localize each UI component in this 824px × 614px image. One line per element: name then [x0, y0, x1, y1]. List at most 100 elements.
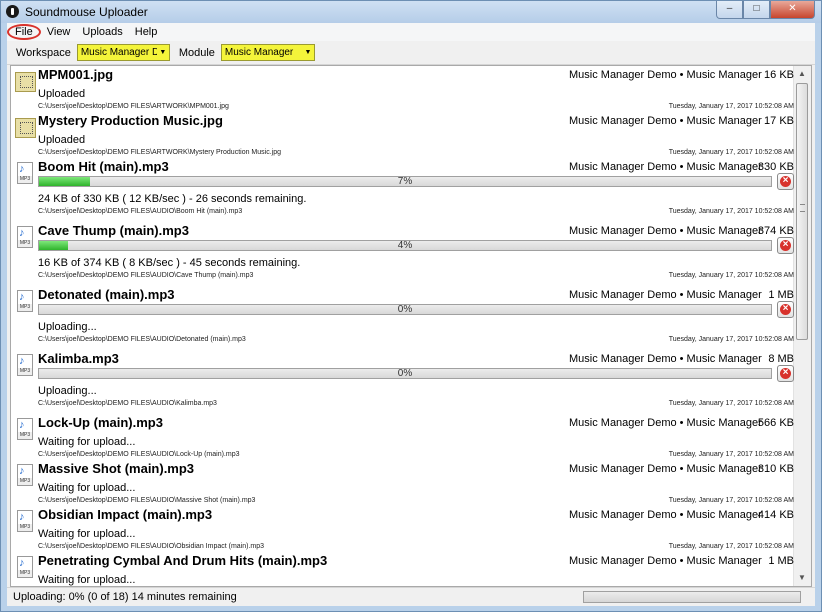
- maximize-button[interactable]: □: [743, 1, 770, 19]
- image-file-icon: [15, 118, 36, 138]
- file-name: Obsidian Impact (main).mp3: [38, 507, 213, 522]
- progress-percent: 0%: [397, 368, 413, 379]
- upload-status: Uploaded: [38, 88, 86, 100]
- workspace-module: Music Manager Demo • Music Manager: [569, 69, 762, 81]
- progress-percent: 7%: [397, 176, 413, 187]
- scroll-down-icon[interactable]: ▼: [794, 570, 810, 586]
- file-name: Lock-Up (main).mp3: [38, 415, 163, 430]
- upload-item[interactable]: ♪ MP3 Massive Shot (main).mp3 Music Manager…: [11, 460, 794, 506]
- menu-uploads[interactable]: Uploads: [76, 26, 128, 38]
- cancel-upload-icon[interactable]: [777, 237, 794, 254]
- progress-percent: 4%: [397, 240, 413, 251]
- toolbar: Workspace Music Manager Demo ▼ Module Mu…: [7, 41, 815, 65]
- workspace-module: Music Manager Demo • Music Manager: [569, 289, 762, 301]
- menu-help[interactable]: Help: [129, 26, 164, 38]
- soundmouse-logo-icon: [6, 5, 19, 18]
- title-bar[interactable]: Soundmouse Uploader – □ ✕: [1, 1, 821, 23]
- cancel-upload-icon[interactable]: [777, 365, 794, 382]
- upload-item[interactable]: ♪ MP3 Boom Hit (main).mp3 Music Manager Dem…: [11, 158, 794, 222]
- status-bar: Uploading: 0% (0 of 18) 14 minutes remai…: [7, 587, 815, 606]
- chevron-down-icon: ▼: [156, 45, 169, 60]
- upload-status: Uploaded: [38, 134, 86, 146]
- file-size: 1 MB: [768, 289, 794, 301]
- file-path: C:\Users\joel\Desktop\DEMO FILES\ARTWORK…: [38, 103, 229, 110]
- mp3-file-icon: ♪ MP3: [17, 510, 33, 532]
- file-size: 566 KB: [757, 417, 794, 429]
- timestamp: Tuesday, January 17, 2017 10:52:08 AM: [668, 208, 794, 215]
- upload-item[interactable]: ♪ MP3 Kalimba.mp3 Music Manager Demo • Musi…: [11, 350, 794, 414]
- file-name: Cave Thump (main).mp3: [38, 223, 189, 238]
- menu-view[interactable]: View: [41, 26, 77, 38]
- timestamp: Tuesday, January 17, 2017 10:52:08 AM: [668, 103, 794, 110]
- workspace-module: Music Manager Demo • Music Manager: [569, 225, 762, 237]
- mp3-file-icon: ♪ MP3: [17, 464, 33, 486]
- file-size: 8 MB: [768, 353, 794, 365]
- timestamp: Tuesday, January 17, 2017 10:52:08 AM: [668, 149, 794, 156]
- module-label: Module: [178, 46, 215, 59]
- scrollbar-thumb[interactable]: [796, 83, 808, 340]
- file-name: Penetrating Cymbal And Drum Hits (main).…: [38, 553, 328, 568]
- file-path: C:\Users\joel\Desktop\DEMO FILES\AUDIO\O…: [38, 543, 265, 550]
- workspace-module: Music Manager Demo • Music Manager: [569, 555, 762, 567]
- vertical-scrollbar[interactable]: ▲ ▼: [793, 66, 811, 586]
- upload-progress-bar: 0%: [38, 368, 772, 379]
- file-size: 16 KB: [764, 69, 794, 81]
- progress-percent: 0%: [397, 304, 413, 315]
- window-controls: – □ ✕: [716, 1, 815, 19]
- upload-item[interactable]: ♪ MP3 Detonated (main).mp3 Music Manager De…: [11, 286, 794, 350]
- overall-progress-bar: [583, 591, 801, 603]
- menu-file[interactable]: File: [7, 24, 41, 40]
- status-text: Uploading: 0% (0 of 18) 14 minutes remai…: [13, 591, 237, 603]
- upload-item[interactable]: ♪ MP3 Penetrating Cymbal And Drum Hits (ma…: [11, 552, 794, 586]
- file-path: C:\Users\joel\Desktop\DEMO FILES\AUDIO\K…: [38, 400, 217, 407]
- cancel-upload-icon[interactable]: [777, 173, 794, 190]
- upload-item[interactable]: MPM001.jpg Music Manager Demo • Music Man…: [11, 66, 794, 112]
- file-path: C:\Users\joel\Desktop\DEMO FILES\AUDIO\L…: [38, 451, 240, 458]
- file-name: Massive Shot (main).mp3: [38, 461, 195, 476]
- upload-item[interactable]: Mystery Production Music.jpg Music Manage…: [11, 112, 794, 158]
- upload-progress-bar: 0%: [38, 304, 772, 315]
- window-title: Soundmouse Uploader: [25, 5, 148, 19]
- workspace-label: Workspace: [16, 46, 71, 59]
- file-name: Detonated (main).mp3: [38, 287, 175, 302]
- workspace-module: Music Manager Demo • Music Manager: [569, 115, 762, 127]
- upload-status: Waiting for upload...: [38, 482, 136, 494]
- upload-status: Waiting for upload...: [38, 574, 136, 586]
- image-file-icon: [15, 72, 36, 92]
- mp3-file-icon: ♪ MP3: [17, 162, 33, 184]
- upload-progress-bar: 4%: [38, 240, 772, 251]
- close-button[interactable]: ✕: [770, 1, 815, 19]
- module-dropdown-value: Music Manager: [224, 47, 294, 58]
- mp3-file-icon: ♪ MP3: [17, 290, 33, 312]
- file-path: C:\Users\joel\Desktop\DEMO FILES\ARTWORK…: [38, 149, 281, 156]
- upload-item[interactable]: ♪ MP3 Obsidian Impact (main).mp3 Music Mana…: [11, 506, 794, 552]
- file-size: 1 MB: [768, 555, 794, 567]
- file-name: Boom Hit (main).mp3: [38, 159, 169, 174]
- upload-progress-bar: 7%: [38, 176, 772, 187]
- file-size: 17 KB: [764, 115, 794, 127]
- file-path: C:\Users\joel\Desktop\DEMO FILES\AUDIO\M…: [38, 497, 256, 504]
- workspace-module: Music Manager Demo • Music Manager: [569, 353, 762, 365]
- file-path: C:\Users\joel\Desktop\DEMO FILES\AUDIO\D…: [38, 336, 246, 343]
- module-dropdown[interactable]: Music Manager ▼: [220, 44, 315, 61]
- timestamp: Tuesday, January 17, 2017 10:52:08 AM: [668, 451, 794, 458]
- upload-item[interactable]: ♪ MP3 Cave Thump (main).mp3 Music Manager D…: [11, 222, 794, 286]
- workspace-module: Music Manager Demo • Music Manager: [569, 509, 762, 521]
- client-area: File View Uploads Help Workspace Music M…: [7, 23, 815, 606]
- scroll-up-icon[interactable]: ▲: [794, 66, 810, 82]
- workspace-module: Music Manager Demo • Music Manager: [569, 463, 762, 475]
- timestamp: Tuesday, January 17, 2017 10:52:08 AM: [668, 400, 794, 407]
- file-path: C:\Users\joel\Desktop\DEMO FILES\AUDIO\B…: [38, 208, 243, 215]
- cancel-upload-icon[interactable]: [777, 301, 794, 318]
- upload-status: 24 KB of 330 KB ( 12 KB/sec ) - 26 secon…: [38, 193, 307, 205]
- upload-item[interactable]: ♪ MP3 Lock-Up (main).mp3 Music Manager Demo…: [11, 414, 794, 460]
- timestamp: Tuesday, January 17, 2017 10:52:08 AM: [668, 336, 794, 343]
- timestamp: Tuesday, January 17, 2017 10:52:08 AM: [668, 272, 794, 279]
- upload-status: Waiting for upload...: [38, 528, 136, 540]
- chevron-down-icon: ▼: [301, 45, 314, 60]
- upload-list[interactable]: ▲ ▼ MPM001.jpg Music Manager Demo • Music…: [10, 65, 812, 587]
- workspace-dropdown[interactable]: Music Manager Demo ▼: [76, 44, 170, 61]
- minimize-button[interactable]: –: [716, 1, 743, 19]
- upload-status: 16 KB of 374 KB ( 8 KB/sec ) - 45 second…: [38, 257, 301, 269]
- menu-bar: File View Uploads Help: [7, 23, 815, 41]
